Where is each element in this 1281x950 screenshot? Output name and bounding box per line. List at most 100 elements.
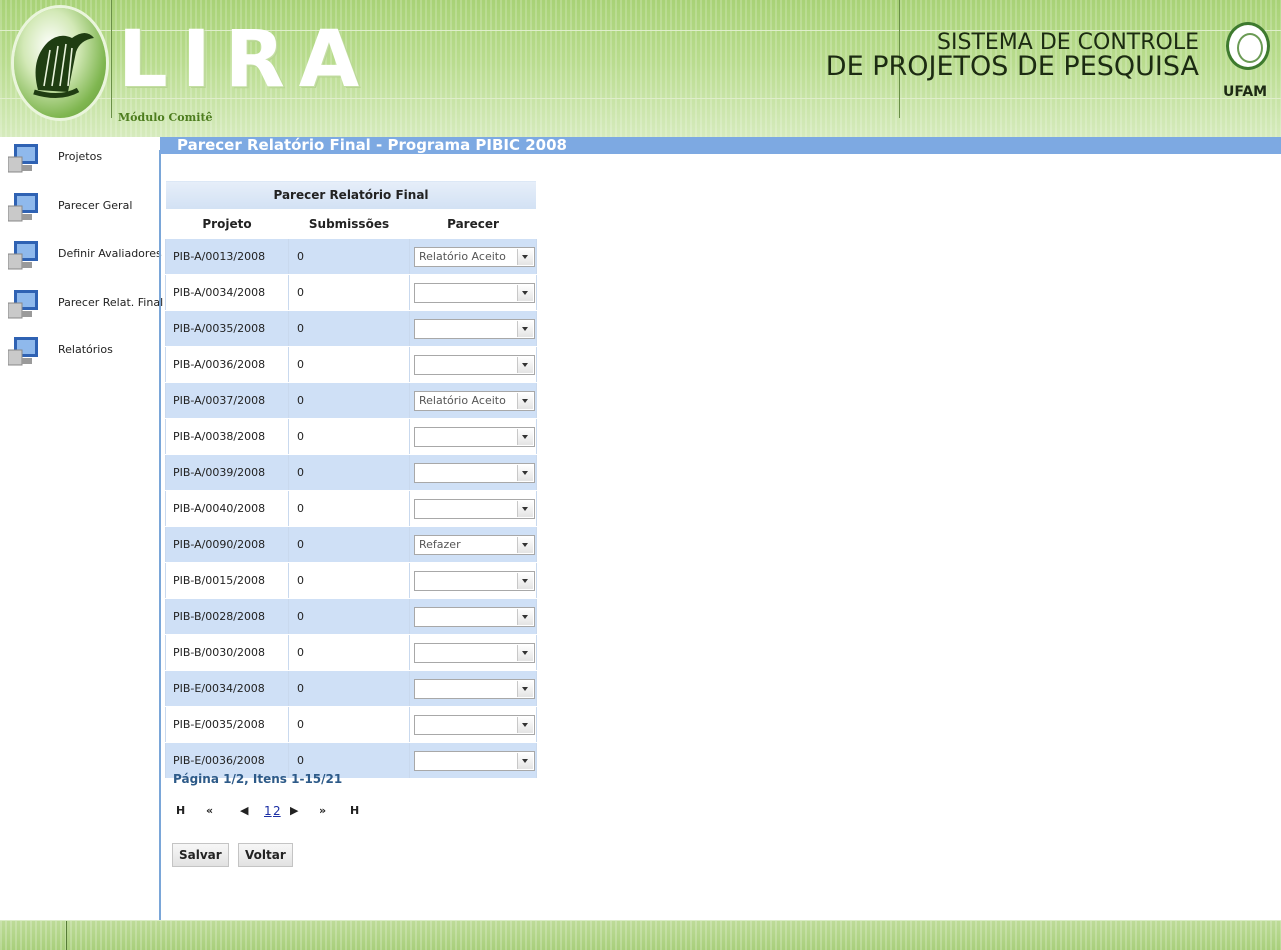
ufam-emblem-icon [1226, 22, 1270, 70]
chevron-down-icon[interactable] [517, 284, 533, 301]
chevron-down-icon[interactable] [517, 248, 533, 265]
table-row: PIB-A/0090/2008 0 Refazer [165, 526, 537, 563]
last-page-icon[interactable]: H [350, 804, 359, 817]
parecer-cell [409, 670, 537, 707]
table-row: PIB-A/0013/2008 0 Relatório Aceito [165, 238, 537, 275]
header-banner: LIRA Módulo Comitê SISTEMA DE CONTROLE D… [0, 0, 1281, 137]
previous-page-icon[interactable]: ◀ [240, 804, 248, 817]
chevron-down-icon[interactable] [517, 572, 533, 589]
save-button[interactable]: Salvar [172, 843, 229, 867]
submissoes-cell: 0 [288, 310, 410, 347]
parecer-cell [409, 742, 537, 779]
sidebar-item-label: Definir Avaliadores [58, 247, 162, 260]
parecer-select-value: Relatório Aceito [419, 249, 506, 263]
parecer-select[interactable] [414, 570, 535, 591]
parecer-select[interactable] [414, 642, 535, 663]
chevron-down-icon[interactable] [517, 428, 533, 445]
parecer-select[interactable] [414, 714, 535, 735]
projeto-cell: PIB-A/0034/2008 [165, 274, 289, 311]
parecer-cell [409, 490, 537, 527]
chevron-down-icon[interactable] [517, 320, 533, 337]
sidebar-item-projetos[interactable]: Projetos [0, 137, 166, 179]
pagination-info: Página 1/2, Itens 1-15/21 [173, 772, 343, 786]
sidebar-item-parecer-geral[interactable]: Parecer Geral [0, 186, 166, 228]
lyre-icon [33, 33, 94, 98]
parecer-cell [409, 346, 537, 383]
parecer-cell [409, 274, 537, 311]
fast-next-icon[interactable]: » [319, 804, 326, 817]
projeto-cell: PIB-B/0015/2008 [165, 562, 289, 599]
submissoes-cell: 0 [288, 238, 410, 275]
sidebar-item-label: Parecer Relat. Final [58, 296, 164, 309]
table-row: PIB-A/0038/2008 0 [165, 418, 537, 455]
chevron-down-icon[interactable] [517, 536, 533, 553]
projeto-cell: PIB-A/0039/2008 [165, 454, 289, 491]
submissoes-cell: 0 [288, 490, 410, 527]
monitor-icon [8, 241, 38, 270]
system-title-line2: DE PROJETOS DE PESQUISA [825, 51, 1199, 82]
sidebar-item-definir-avaliadores[interactable]: Definir Avaliadores [0, 234, 166, 276]
header-divider [111, 0, 112, 118]
parecer-select[interactable] [414, 606, 535, 627]
table-row: PIB-E/0035/2008 0 [165, 706, 537, 743]
submissoes-cell: 0 [288, 634, 410, 671]
chevron-down-icon[interactable] [517, 752, 533, 769]
table-row: PIB-B/0030/2008 0 [165, 634, 537, 671]
system-title: SISTEMA DE CONTROLE DE PROJETOS DE PESQU… [826, 29, 1199, 81]
parecer-select[interactable] [414, 426, 535, 447]
parecer-select[interactable]: Relatório Aceito [414, 246, 535, 267]
footer-divider [66, 921, 67, 950]
projeto-cell: PIB-A/0090/2008 [165, 526, 289, 563]
table-row: PIB-B/0015/2008 0 [165, 562, 537, 599]
back-button[interactable]: Voltar [238, 843, 293, 867]
chevron-down-icon[interactable] [517, 464, 533, 481]
sidebar-item-parecer-relat-final[interactable]: Parecer Relat. Final [0, 283, 166, 325]
sidebar: Projetos Parecer Geral Definir Avaliador… [0, 137, 163, 920]
sidebar-item-label: Relatórios [58, 343, 113, 356]
parecer-select[interactable] [414, 354, 535, 375]
parecer-select[interactable]: Relatório Aceito [414, 390, 535, 411]
projeto-cell: PIB-A/0035/2008 [165, 310, 289, 347]
projeto-cell: PIB-A/0036/2008 [165, 346, 289, 383]
parecer-select[interactable] [414, 318, 535, 339]
chevron-down-icon[interactable] [517, 716, 533, 733]
first-page-icon[interactable]: H [176, 804, 185, 817]
parecer-select[interactable] [414, 678, 535, 699]
table-row: PIB-A/0035/2008 0 [165, 310, 537, 347]
page-link-1[interactable]: 1 [264, 804, 272, 818]
monitor-icon [8, 337, 38, 366]
page-link-2[interactable]: 2 [273, 804, 281, 818]
chevron-down-icon[interactable] [517, 644, 533, 661]
parecer-select[interactable] [414, 282, 535, 303]
submissoes-cell: 0 [288, 454, 410, 491]
table-row: PIB-A/0040/2008 0 [165, 490, 537, 527]
parecer-cell: Relatório Aceito [409, 238, 537, 275]
submissoes-cell: 0 [288, 382, 410, 419]
column-header-parecer: Parecer [409, 209, 537, 239]
fast-previous-icon[interactable]: « [206, 804, 213, 817]
lira-logo [14, 8, 106, 118]
column-header-projeto: Projeto [165, 209, 289, 239]
sidebar-divider [159, 150, 161, 920]
chevron-down-icon[interactable] [517, 500, 533, 517]
monitor-icon [8, 144, 38, 173]
parecer-select[interactable] [414, 462, 535, 483]
parecer-select[interactable] [414, 750, 535, 771]
table-caption: Parecer Relatório Final [165, 180, 537, 210]
parecer-select[interactable] [414, 498, 535, 519]
submissoes-cell: 0 [288, 670, 410, 707]
submissoes-cell: 0 [288, 346, 410, 383]
institution-label: UFAM [1223, 84, 1268, 100]
submissoes-cell: 0 [288, 598, 410, 635]
chevron-down-icon[interactable] [517, 608, 533, 625]
projeto-cell: PIB-B/0028/2008 [165, 598, 289, 635]
parecer-select[interactable]: Refazer [414, 534, 535, 555]
submissoes-cell: 0 [288, 526, 410, 563]
chevron-down-icon[interactable] [517, 356, 533, 373]
next-page-icon[interactable]: ▶ [290, 804, 298, 817]
sidebar-item-relatorios[interactable]: Relatórios [0, 330, 166, 372]
table-row: PIB-B/0028/2008 0 [165, 598, 537, 635]
chevron-down-icon[interactable] [517, 392, 533, 409]
projeto-cell: PIB-B/0030/2008 [165, 634, 289, 671]
chevron-down-icon[interactable] [517, 680, 533, 697]
